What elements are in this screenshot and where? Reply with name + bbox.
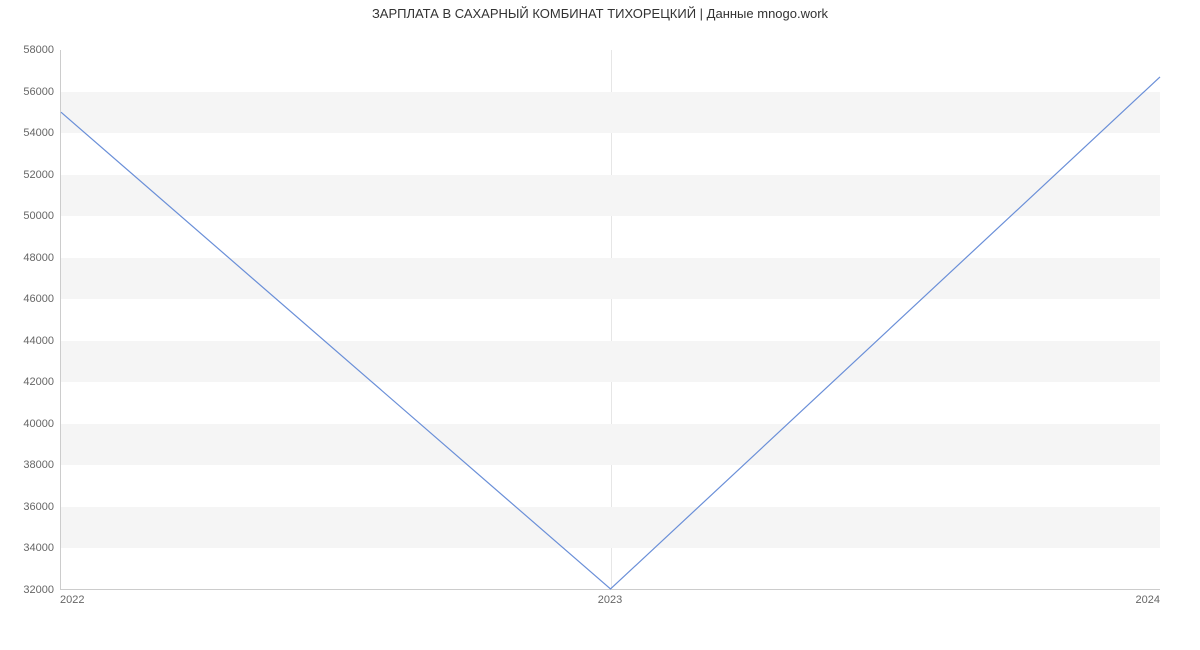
y-tick-label: 58000 [23,44,54,56]
plot-area [60,50,1160,590]
y-tick-label: 32000 [23,584,54,596]
data-series-line [61,77,1160,589]
chart-container: ЗАРПЛАТА В САХАРНЫЙ КОМБИНАТ ТИХОРЕЦКИЙ … [0,0,1200,650]
y-tick-label: 42000 [23,376,54,388]
x-axis: 2022 2023 2024 [60,590,1160,610]
y-tick-label: 34000 [23,542,54,554]
y-axis: 3200034000360003800040000420004400046000… [0,50,60,590]
y-tick-label: 46000 [23,293,54,305]
y-tick-label: 44000 [23,335,54,347]
y-tick-label: 56000 [23,86,54,98]
y-tick-label: 54000 [23,127,54,139]
y-tick-label: 36000 [23,501,54,513]
y-tick-label: 52000 [23,169,54,181]
x-tick-label: 2022 [60,594,84,606]
y-tick-label: 38000 [23,459,54,471]
chart-line-svg [61,50,1160,589]
y-tick-label: 50000 [23,210,54,222]
y-tick-label: 48000 [23,252,54,264]
x-tick-label: 2024 [1136,594,1160,606]
chart-title: ЗАРПЛАТА В САХАРНЫЙ КОМБИНАТ ТИХОРЕЦКИЙ … [0,6,1200,21]
y-tick-label: 40000 [23,418,54,430]
x-tick-label: 2023 [598,594,622,606]
